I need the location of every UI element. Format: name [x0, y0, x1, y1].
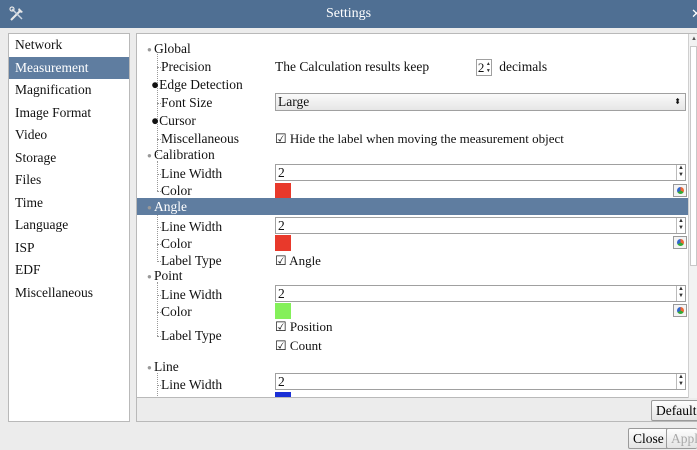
settings-category-list: Network Measurement Magnification Image …: [8, 33, 130, 422]
tree-node-line[interactable]: ● Line: [147, 359, 179, 375]
spin-arrows-icon[interactable]: ▲ ▼: [676, 165, 685, 180]
expand-icon: ●: [147, 151, 152, 161]
calibration-line-width-label: Line Width: [161, 166, 223, 181]
expand-icon: ●: [151, 113, 160, 128]
spin-arrows-icon[interactable]: ▲ ▼: [676, 218, 685, 233]
spin-arrows-icon[interactable]: ▲ ▼: [676, 374, 685, 389]
sidebar-item-network[interactable]: Network: [9, 34, 129, 57]
expand-icon: ●: [147, 45, 152, 55]
tree-node-global[interactable]: ● Global: [147, 41, 191, 57]
tree-node-point[interactable]: ● Point: [147, 268, 183, 284]
scroll-up-icon[interactable]: ▲: [691, 36, 697, 42]
count-checkbox[interactable]: ☑ Count: [275, 338, 322, 354]
precision-suffix: decimals: [499, 59, 548, 74]
angle-line-width-label: Line Width: [161, 219, 223, 234]
color-picker-icon[interactable]: [673, 184, 687, 197]
vertical-scrollbar[interactable]: ▲: [688, 34, 697, 398]
scrollbar-thumb[interactable]: [690, 46, 697, 266]
tree-row-angle-selected[interactable]: [137, 198, 688, 215]
sidebar-item-edf[interactable]: EDF: [9, 259, 129, 282]
point-color-label: Color: [161, 304, 192, 319]
expand-icon: ●: [147, 203, 152, 213]
title-bar: Settings ✕: [0, 0, 697, 28]
sidebar-item-video[interactable]: Video: [9, 124, 129, 147]
precision-setting: The Calculation results keep 2 ▲ ▼ decimal…: [275, 59, 548, 77]
point-color-swatch: [275, 303, 291, 319]
point-line-width-input[interactable]: 2 ▲ ▼: [275, 285, 686, 302]
sidebar-item-measurement[interactable]: Measurement: [9, 56, 129, 79]
sidebar-item-time[interactable]: Time: [9, 192, 129, 215]
font-size-select[interactable]: Large ⬍: [275, 93, 686, 111]
expand-icon: ●: [147, 272, 152, 282]
sidebar-item-image-format[interactable]: Image Format: [9, 102, 129, 125]
close-window-icon[interactable]: ✕: [691, 6, 697, 20]
tree-node-edge-detection[interactable]: ●Edge Detection: [151, 77, 243, 93]
tree-line: [157, 215, 158, 262]
miscellaneous-label: Miscellaneous: [161, 131, 239, 146]
line-line-width-label: Line Width: [161, 377, 223, 392]
close-button[interactable]: Close: [628, 428, 669, 449]
line-line-width-input[interactable]: 2 ▲ ▼: [275, 373, 686, 390]
precision-spinbox[interactable]: 2 ▲ ▼: [475, 59, 492, 77]
angle-color-swatch: [275, 235, 291, 251]
window-title: Settings: [325, 6, 372, 21]
line-color-swatch: [275, 392, 291, 397]
tree-line: [157, 282, 158, 336]
tree-line: [157, 161, 158, 191]
sidebar-item-storage[interactable]: Storage: [9, 147, 129, 170]
angle-line-width-input[interactable]: 2 ▲ ▼: [275, 217, 686, 234]
angle-label-checkbox[interactable]: ☑ Angle: [275, 253, 321, 269]
calibration-color-swatch: [275, 183, 291, 199]
point-label-type-label: Label Type: [161, 328, 222, 343]
tree-node-cursor[interactable]: ●Cursor: [151, 113, 196, 129]
calibration-color-label: Color: [161, 183, 192, 198]
spin-arrows-icon[interactable]: ▲ ▼: [486, 61, 491, 75]
sidebar-item-magnification[interactable]: Magnification: [9, 79, 129, 102]
default-button[interactable]: Default: [651, 400, 697, 421]
apply-button[interactable]: Appl: [666, 428, 697, 449]
color-picker-icon[interactable]: [673, 236, 687, 249]
tree-node-angle[interactable]: ● Angle: [147, 199, 187, 215]
angle-label-type-label: Label Type: [161, 253, 222, 268]
chevron-updown-icon: ⬍: [674, 97, 681, 106]
precision-prefix: The Calculation results keep: [275, 59, 430, 74]
measurement-settings-tree: ● Global Precision The Calculation result…: [137, 34, 688, 398]
precision-label: Precision: [161, 59, 212, 74]
sidebar-item-language[interactable]: Language: [9, 214, 129, 237]
expand-icon: ●: [147, 363, 152, 373]
spin-arrows-icon[interactable]: ▲ ▼: [676, 286, 685, 301]
sidebar-item-isp[interactable]: ISP: [9, 237, 129, 260]
hide-label-checkbox[interactable]: ☑ Hide the label when moving the measure…: [275, 131, 564, 147]
expand-icon: ●: [151, 77, 160, 92]
sidebar-item-files[interactable]: Files: [9, 169, 129, 192]
sidebar-item-miscellaneous[interactable]: Miscellaneous: [9, 282, 129, 305]
calibration-line-width-input[interactable]: 2 ▲ ▼: [275, 164, 686, 181]
color-picker-icon[interactable]: [673, 304, 687, 317]
position-checkbox[interactable]: ☑ Position: [275, 319, 333, 335]
point-line-width-label: Line Width: [161, 287, 223, 302]
angle-color-label: Color: [161, 236, 192, 251]
settings-panel: ● Global Precision The Calculation result…: [136, 33, 697, 422]
font-size-label: Font Size: [161, 95, 213, 110]
